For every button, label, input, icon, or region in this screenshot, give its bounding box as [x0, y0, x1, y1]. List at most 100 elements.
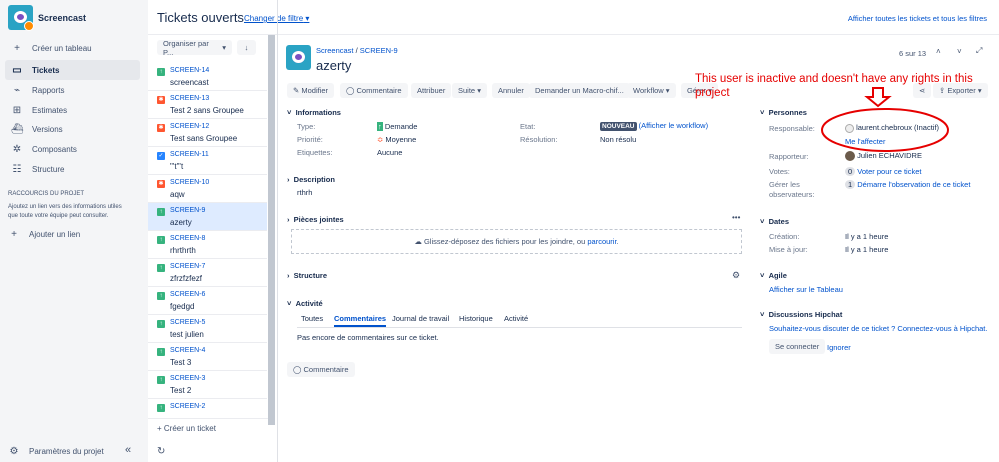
sidebar-item-versions[interactable]: ⛴ Versions — [5, 119, 140, 139]
section-attachments[interactable]: › Pièces jointes — [287, 215, 344, 224]
edit-label: Modifier — [301, 86, 329, 95]
pencil-icon: ✎ — [293, 86, 302, 95]
ticket-row[interactable]: ↑ SCREEN-7 zfrzfzfezf — [148, 259, 267, 287]
prev-issue-icon[interactable]: ˄ — [936, 47, 941, 56]
sidebar-item-tickets[interactable]: ▭ Tickets — [5, 60, 140, 80]
breadcrumb-issue-key[interactable]: SCREEN-9 — [360, 46, 398, 55]
sort-label: Organiser par P... — [163, 38, 209, 57]
create-ticket-button[interactable]: + Créer un ticket — [148, 418, 268, 438]
more-button[interactable]: Suite ▾ — [452, 83, 487, 98]
ticket-row[interactable]: ↑ SCREEN-5 test julien — [148, 315, 267, 343]
attachment-dropzone[interactable]: ☁ Glissez-déposez des fichiers pour les … — [291, 229, 742, 254]
ticket-key[interactable]: SCREEN-7 — [170, 263, 205, 270]
section-structure[interactable]: › Structure — [287, 271, 327, 280]
ticket-row[interactable]: ↑ SCREEN-9 azerty — [148, 203, 267, 231]
refresh-icon[interactable]: ↻ — [157, 446, 165, 457]
tab-history[interactable]: Historique — [459, 314, 493, 323]
ticket-row[interactable]: ↑ SCREEN-3 Test 2 — [148, 371, 267, 399]
tabs-divider — [297, 327, 742, 328]
ticket-key[interactable]: SCREEN-11 — [170, 151, 209, 158]
pager: 6 sur 13 — [899, 49, 927, 58]
workflow-link[interactable]: (Afficher le workflow) — [639, 121, 708, 130]
ticket-key[interactable]: SCREEN-2 — [170, 403, 205, 410]
ticket-key[interactable]: SCREEN-3 — [170, 375, 205, 382]
sidebar-item-label: Rapports — [32, 85, 65, 95]
tab-all[interactable]: Toutes — [301, 314, 323, 323]
ticket-row[interactable]: ✱ SCREEN-12 Test sans Groupee — [148, 119, 267, 147]
section-title: Description — [293, 175, 335, 184]
add-comment-button[interactable]: ◯ Commentaire — [287, 362, 355, 377]
more-options-icon[interactable]: ••• — [732, 213, 740, 222]
assign-button[interactable]: Attribuer — [411, 83, 452, 98]
ticket-key[interactable]: SCREEN-8 — [170, 235, 205, 242]
view-on-board-link[interactable]: Afficher sur le Tableau — [769, 285, 843, 294]
ticket-key[interactable]: SCREEN-9 — [170, 207, 205, 214]
story-icon: ↑ — [157, 68, 165, 76]
vote-link[interactable]: Voter pour ce ticket — [857, 167, 921, 176]
create-board-label: Créer un tableau — [32, 43, 92, 53]
edit-button[interactable]: ✎ Modifier — [287, 83, 335, 98]
ignore-link[interactable]: Ignorer — [827, 343, 851, 352]
tab-activity[interactable]: Activité — [504, 314, 528, 323]
watch-link[interactable]: Démarre l'observation de ce ticket — [857, 180, 970, 189]
ticket-row[interactable]: ↑ SCREEN-6 fgedgd — [148, 287, 267, 315]
section-people[interactable]: ˅ Personnes — [760, 108, 807, 117]
section-activity[interactable]: ˅ Activité — [287, 299, 323, 308]
ticket-row[interactable]: ✓ SCREEN-11 "'t"'t — [148, 147, 267, 175]
description-text[interactable]: rthrh — [297, 188, 312, 197]
create-board-button[interactable]: + Créer un tableau — [5, 38, 140, 58]
project-settings-button[interactable]: ⚙ Paramètres du projet — [2, 441, 137, 461]
ticket-key[interactable]: SCREEN-10 — [170, 179, 209, 186]
ticket-key[interactable]: SCREEN-6 — [170, 291, 205, 298]
section-description[interactable]: › Description — [287, 175, 335, 184]
sort-direction-button[interactable]: ↓ — [237, 40, 256, 55]
sidebar-item-estimates[interactable]: ⊞ Estimates — [5, 100, 140, 120]
story-icon: ↑ — [157, 348, 165, 356]
next-issue-icon[interactable]: ˅ — [957, 47, 962, 56]
ticket-row[interactable]: ✱ SCREEN-10 aqw — [148, 175, 267, 203]
created-label: Création: — [769, 232, 800, 241]
ticket-row[interactable]: ✱ SCREEN-13 Test 2 sans Groupee — [148, 91, 267, 119]
ticket-row[interactable]: ↑ SCREEN-4 Test 3 — [148, 343, 267, 371]
connect-button[interactable]: Se connecter — [769, 339, 826, 354]
tab-comments[interactable]: Commentaires — [334, 314, 387, 327]
assignee-label: Responsable: — [769, 124, 815, 133]
watchers-count: 1 — [845, 180, 856, 189]
section-hipchat[interactable]: ˅ Discussions Hipchat — [760, 310, 842, 319]
shortcuts-title: RACCOURCIS DU PROJET — [8, 191, 85, 197]
list-scrollbar[interactable] — [268, 35, 275, 425]
ticket-key[interactable]: SCREEN-14 — [170, 67, 209, 74]
ticket-row[interactable]: ↑ SCREEN-8 rhrthrth — [148, 231, 267, 259]
sidebar-item-composants[interactable]: ✲ Composants — [5, 139, 140, 159]
priority-medium-icon: ≎ — [377, 135, 384, 144]
ticket-key[interactable]: SCREEN-5 — [170, 319, 205, 326]
request-macro-button[interactable]: Demander un Macro-chif... — [529, 83, 630, 98]
gear-icon[interactable]: ⚙ — [732, 270, 740, 281]
sort-dropdown[interactable]: Organiser par P... ▾ — [157, 38, 232, 57]
section-dates[interactable]: ˅ Dates — [760, 217, 789, 226]
sidebar-item-structure[interactable]: ☷ Structure — [5, 159, 140, 179]
ticket-row[interactable]: ↑ SCREEN-14 screencast — [148, 63, 267, 91]
section-informations[interactable]: ˅ Informations — [287, 108, 341, 117]
ticket-key[interactable]: SCREEN-13 — [170, 95, 209, 102]
ticket-key[interactable]: SCREEN-12 — [170, 123, 209, 130]
ship-icon: ⛴ — [11, 123, 24, 135]
cancel-button[interactable]: Annuler — [492, 83, 530, 98]
tab-worklog[interactable]: Journal de travail — [392, 314, 449, 323]
collapse-sidebar-icon[interactable]: « — [125, 444, 131, 456]
workflow-button[interactable]: Workflow ▾ — [627, 83, 676, 98]
add-link-button[interactable]: + Ajouter un lien — [2, 224, 137, 244]
expand-icon[interactable]: ⤢ — [976, 46, 982, 56]
ticket-title: "'t"'t — [170, 162, 184, 171]
show-all-link[interactable]: Afficher toutes les tickets et tous les … — [848, 14, 987, 23]
story-icon: ↑ — [157, 292, 165, 300]
status-lozenge[interactable]: NOUVEAU — [600, 122, 637, 131]
browse-link[interactable]: parcourir — [587, 237, 616, 246]
breadcrumb-project[interactable]: Screencast — [316, 46, 354, 55]
comment-button[interactable]: ◯ Commentaire — [340, 83, 408, 98]
ticket-key[interactable]: SCREEN-4 — [170, 347, 205, 354]
section-agile[interactable]: ˅ Agile — [760, 271, 787, 280]
sidebar-item-rapports[interactable]: ⌁ Rapports — [5, 80, 140, 100]
hipchat-text[interactable]: Souhaitez-vous discuter de ce ticket ? C… — [769, 324, 987, 333]
section-title: Informations — [295, 108, 341, 117]
